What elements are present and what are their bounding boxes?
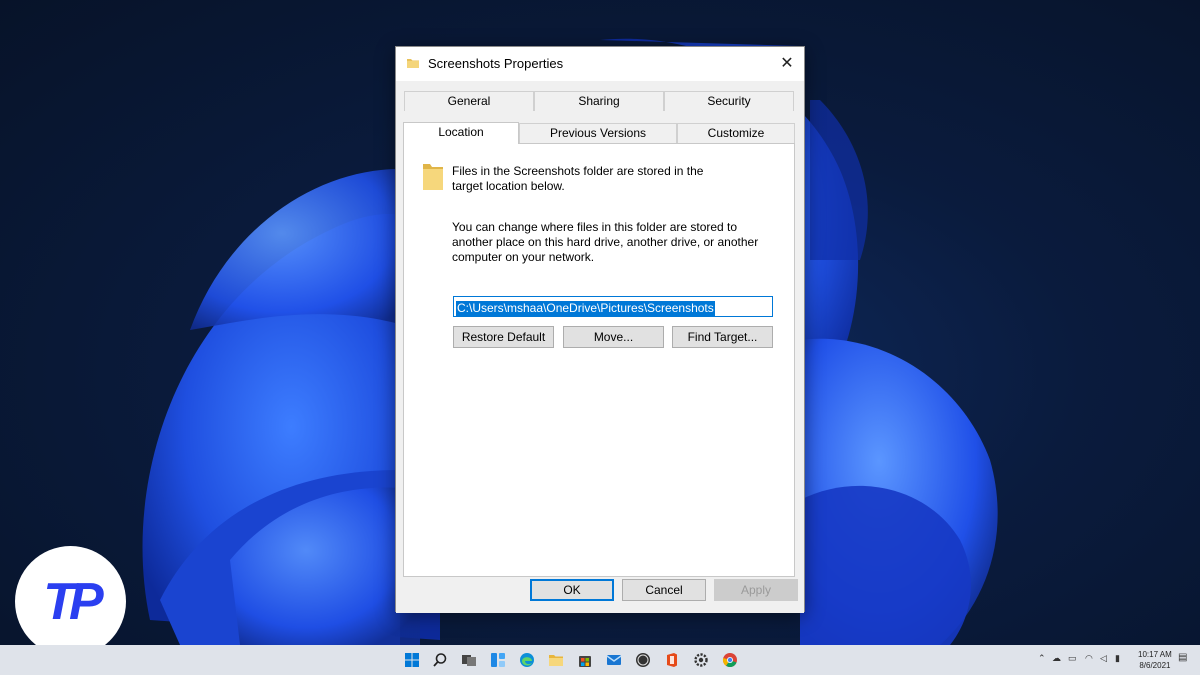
find-target-button[interactable]: Find Target... bbox=[672, 326, 773, 348]
taskbar: ⌃ ☁ ▭ ◠ ◁ ▮ 10:17 AM 8/6/2021 ▤ bbox=[0, 645, 1200, 675]
dell-icon[interactable] bbox=[635, 652, 651, 668]
properties-dialog: Screenshots Properties ✕ General Sharing… bbox=[395, 46, 805, 613]
tab-general[interactable]: General bbox=[404, 91, 534, 111]
info-text-line2: target location below. bbox=[452, 179, 565, 193]
description-line2: another place on this hard drive, anothe… bbox=[452, 235, 759, 249]
info-text-line1: Files in the Screenshots folder are stor… bbox=[452, 164, 704, 178]
volume-icon[interactable]: ◁ bbox=[1100, 653, 1107, 664]
store-icon[interactable] bbox=[577, 652, 593, 668]
dialog-body: General Sharing Security Location Previo… bbox=[396, 81, 804, 613]
tab-sharing[interactable]: Sharing bbox=[534, 91, 664, 111]
site-logo: TP bbox=[15, 546, 126, 657]
edge-icon[interactable] bbox=[519, 652, 535, 668]
battery-icon[interactable]: ▮ bbox=[1115, 653, 1120, 664]
close-button[interactable]: ✕ bbox=[770, 47, 804, 79]
dialog-title: Screenshots Properties bbox=[428, 56, 564, 71]
apply-button[interactable]: Apply bbox=[714, 579, 798, 601]
restore-default-button[interactable]: Restore Default bbox=[453, 326, 554, 348]
tab-security[interactable]: Security bbox=[664, 91, 794, 111]
system-clock[interactable]: 10:17 AM 8/6/2021 bbox=[1138, 649, 1172, 671]
close-icon: ✕ bbox=[780, 55, 794, 72]
chevron-up-icon[interactable]: ⌃ bbox=[1038, 653, 1046, 664]
cancel-button[interactable]: Cancel bbox=[622, 579, 706, 601]
move-button[interactable]: Move... bbox=[563, 326, 664, 348]
search-icon[interactable] bbox=[432, 652, 448, 668]
mail-icon[interactable] bbox=[606, 652, 622, 668]
task-view-icon[interactable] bbox=[461, 652, 477, 668]
description-line1: You can change where files in this folde… bbox=[452, 220, 738, 234]
windows-start-icon[interactable] bbox=[404, 652, 420, 668]
tab-previous-versions[interactable]: Previous Versions bbox=[519, 123, 677, 143]
file-explorer-icon[interactable] bbox=[548, 652, 564, 668]
cloud-icon[interactable]: ☁ bbox=[1052, 653, 1061, 664]
ok-button[interactable]: OK bbox=[530, 579, 614, 601]
tab-customize[interactable]: Customize bbox=[677, 123, 795, 143]
chrome-icon[interactable] bbox=[722, 652, 738, 668]
clock-date: 8/6/2021 bbox=[1139, 661, 1171, 670]
folder-icon bbox=[423, 164, 443, 190]
tab-location[interactable]: Location bbox=[403, 122, 519, 144]
office-icon[interactable] bbox=[664, 652, 680, 668]
location-panel: Files in the Screenshots folder are stor… bbox=[403, 143, 795, 577]
title-bar[interactable]: Screenshots Properties ✕ bbox=[396, 47, 804, 81]
folder-icon bbox=[407, 59, 419, 68]
logo-text: TP bbox=[43, 572, 104, 631]
location-path-input[interactable]: C:\Users\mshaa\OneDrive\Pictures\Screens… bbox=[453, 296, 773, 317]
notification-icon[interactable]: ▤ bbox=[1178, 652, 1187, 663]
clock-time: 10:17 AM bbox=[1138, 650, 1172, 659]
widgets-icon[interactable] bbox=[490, 652, 506, 668]
description-line3: computer on your network. bbox=[452, 250, 595, 264]
onedrive-icon[interactable]: ▭ bbox=[1068, 653, 1077, 664]
location-path-value: C:\Users\mshaa\OneDrive\Pictures\Screens… bbox=[456, 301, 715, 316]
wifi-icon[interactable]: ◠ bbox=[1085, 653, 1093, 664]
settings-icon[interactable] bbox=[693, 652, 709, 668]
